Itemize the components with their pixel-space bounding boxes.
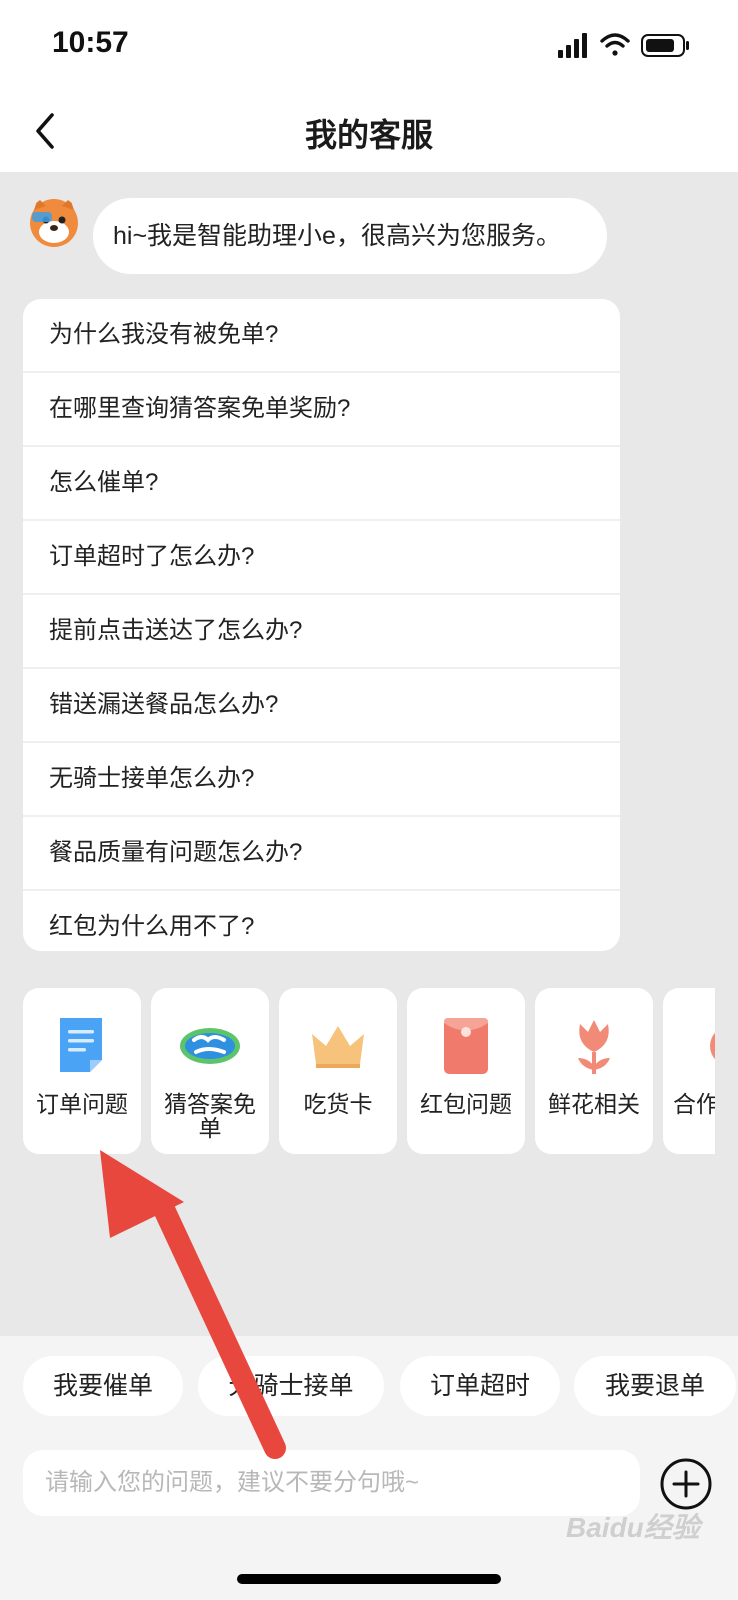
category-order-issues[interactable]: 订单问题 bbox=[23, 988, 141, 1154]
faq-item[interactable]: 订单超时了怎么办? bbox=[23, 521, 620, 595]
crown-icon bbox=[312, 1026, 364, 1068]
page-title: 我的客服 bbox=[304, 117, 433, 153]
watermark-logo: Baidu经验 bbox=[566, 1506, 726, 1548]
faq-item[interactable]: 红包为什么用不了? bbox=[23, 891, 620, 951]
category-label: 订单问题 bbox=[36, 1091, 128, 1117]
category-label: 红包问题 bbox=[420, 1091, 512, 1117]
category-label: 合作 bbox=[673, 1091, 715, 1117]
question-input[interactable] bbox=[23, 1450, 640, 1516]
quick-reply-chip[interactable]: 我要催单 bbox=[23, 1356, 183, 1416]
status-time: 10:57 bbox=[52, 26, 129, 59]
category-guess-free-order[interactable]: 猜答案免单 bbox=[151, 988, 269, 1154]
faq-list: 为什么我没有被免单? 在哪里查询猜答案免单奖励? 怎么催单? 订单超时了怎么办?… bbox=[23, 299, 620, 951]
home-indicator bbox=[237, 1574, 501, 1584]
battery-icon bbox=[641, 34, 689, 57]
quick-reply-chips: 我要催单 无骑士接单 订单超时 我要退单 bbox=[23, 1356, 738, 1416]
signal-icon bbox=[558, 33, 587, 58]
category-carousel[interactable]: 订单问题 猜答案免单 吃货卡 红包问题 鲜花相关 合作 bbox=[23, 988, 715, 1154]
faq-item[interactable]: 无骑士接单怎么办? bbox=[23, 743, 620, 817]
quick-reply-chip[interactable]: 订单超时 bbox=[400, 1356, 560, 1416]
bottom-panel: 我要催单 无骑士接单 订单超时 我要退单 bbox=[0, 1336, 738, 1600]
category-cooperation[interactable]: 合作 bbox=[663, 988, 715, 1154]
category-flowers[interactable]: 鲜花相关 bbox=[535, 988, 653, 1154]
red-envelope-icon bbox=[444, 1018, 488, 1074]
free-order-badge-icon bbox=[180, 1028, 240, 1064]
wifi-icon bbox=[600, 33, 630, 56]
assistant-avatar bbox=[30, 198, 78, 247]
category-foodie-card[interactable]: 吃货卡 bbox=[279, 988, 397, 1154]
faq-item[interactable]: 为什么我没有被免单? bbox=[23, 299, 620, 373]
category-label: 猜答案免单 bbox=[164, 1091, 256, 1141]
faq-item[interactable]: 怎么催单? bbox=[23, 447, 620, 521]
plus-icon[interactable] bbox=[659, 1457, 713, 1511]
faq-item[interactable]: 在哪里查询猜答案免单奖励? bbox=[23, 373, 620, 447]
faq-item[interactable]: 提前点击送达了怎么办? bbox=[23, 595, 620, 669]
faq-item[interactable]: 错送漏送餐品怎么办? bbox=[23, 669, 620, 743]
status-icons bbox=[558, 33, 689, 58]
document-icon bbox=[60, 1018, 102, 1072]
chat-area: hi~我是智能助理小e，很高兴为您服务。 为什么我没有被免单? 在哪里查询猜答案… bbox=[0, 172, 738, 1336]
flower-icon bbox=[578, 1020, 610, 1074]
category-red-envelope[interactable]: 红包问题 bbox=[407, 988, 525, 1154]
quick-reply-chip[interactable]: 无骑士接单 bbox=[198, 1356, 384, 1416]
greeting-bubble: hi~我是智能助理小e，很高兴为您服务。 bbox=[93, 198, 607, 274]
faq-item[interactable]: 餐品质量有问题怎么办? bbox=[23, 817, 620, 891]
category-label: 吃货卡 bbox=[303, 1091, 373, 1117]
quick-reply-chip[interactable]: 我要退单 bbox=[574, 1356, 736, 1416]
status-bar: 10:57 bbox=[0, 0, 738, 90]
category-label: 鲜花相关 bbox=[548, 1091, 640, 1117]
nav-bar: 我的客服 bbox=[0, 90, 738, 172]
cooperation-icon bbox=[710, 1032, 715, 1060]
watermark-text: Baidu经验 bbox=[566, 1512, 700, 1543]
